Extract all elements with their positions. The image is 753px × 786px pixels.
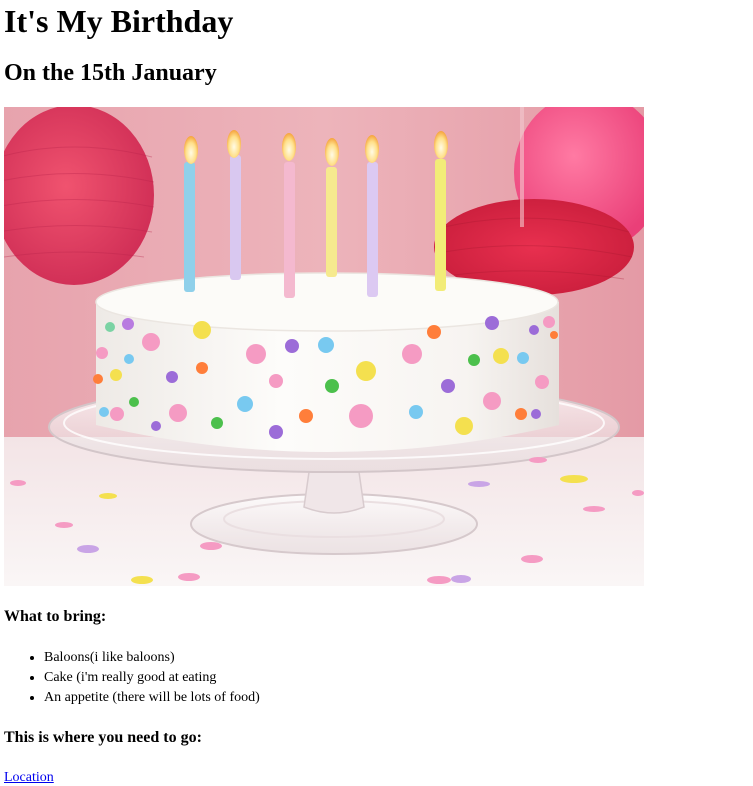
page-title: It's My Birthday	[4, 3, 234, 39]
bring-heading: What to bring:	[4, 608, 107, 625]
candle-yellow-right	[435, 159, 446, 291]
list-item: An appetite (there will be lots of food)	[44, 688, 260, 708]
page-subtitle: On the 15th January	[4, 60, 217, 86]
directions-heading: This is where you need to go:	[4, 729, 202, 746]
candle-lilac	[367, 162, 378, 297]
candle-lavender	[230, 155, 241, 280]
list-item: Cake (i'm really good at eating	[44, 668, 260, 688]
birthday-cake-image	[4, 107, 644, 586]
location-link[interactable]: Location	[4, 769, 54, 786]
cake-stand-stem	[303, 471, 365, 514]
list-item: Baloons(i like baloons)	[44, 648, 260, 668]
candle-yellow	[326, 167, 337, 277]
candle-pink	[284, 162, 295, 298]
bring-list: Baloons(i like baloons) Cake (i'm really…	[4, 648, 260, 708]
candle-blue	[184, 162, 195, 292]
